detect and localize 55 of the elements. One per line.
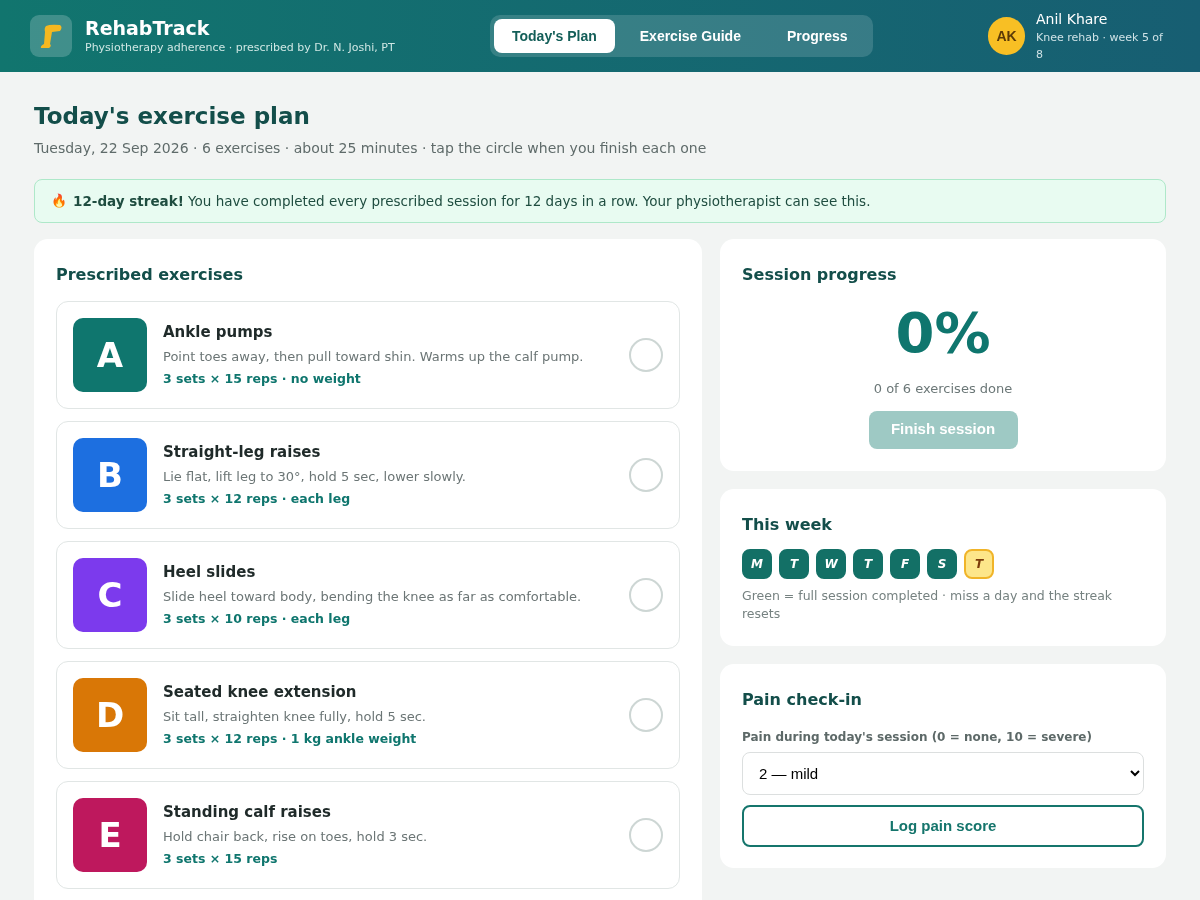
progress-percent: 0%: [895, 305, 991, 361]
completion-checkbox[interactable]: [629, 698, 663, 732]
page-subtitle: Tuesday, 22 Sep 2026 · 6 exercises · about 25 minutes · tap the circle when you finish each one: [34, 139, 708, 158]
exercise-dose: 3 sets × 12 reps · each leg: [163, 490, 352, 509]
exercise-letter-tile: B: [73, 438, 147, 512]
day-pill: F: [890, 548, 920, 579]
user-name: Anil Khare: [1036, 10, 1109, 29]
nav-tab[interactable]: Exercise Guide: [618, 19, 762, 53]
fire-icon: 🔥: [51, 191, 67, 211]
exercise-dose: 3 sets × 12 reps · 1 kg ankle weight: [163, 730, 418, 749]
exercise-name: Seated knee extension: [163, 682, 358, 704]
progress-caption: 0 of 6 exercises done: [873, 380, 1013, 398]
completion-checkbox[interactable]: [629, 818, 663, 852]
exercise-description: Sit tall, straighten knee fully, hold 5 sec.: [163, 707, 427, 726]
completion-checkbox[interactable]: [629, 458, 663, 492]
log-pain-button[interactable]: Log pain score: [742, 805, 1144, 847]
exercise-name: Ankle pumps: [163, 322, 274, 344]
day-pill: S: [927, 548, 957, 579]
exercise-dose: 3 sets × 15 reps: [163, 850, 279, 869]
exercise-description: Lie flat, lift leg to 30°, hold 5 sec, lower slowly.: [163, 467, 467, 486]
exercise-dose: 3 sets × 15 reps · no weight: [163, 370, 362, 389]
completion-checkbox[interactable]: [629, 578, 663, 612]
pain-select[interactable]: 2 — mild: [742, 752, 1144, 795]
section-title: Session progress: [742, 264, 898, 286]
exercise-letter-tile: C: [73, 558, 147, 632]
app-name: RehabTrack: [85, 15, 211, 40]
user-detail: Knee rehab · week 5 of 8: [1036, 30, 1164, 63]
day-pill: T: [853, 548, 883, 579]
streak-message: 12-day streak! You have completed every prescribed session for 12 days in a row. Your physiotherapist can see this.: [73, 191, 871, 211]
exercise-description: Hold chair back, rise on toes, hold 3 sec.: [163, 827, 429, 846]
leg-icon: [38, 22, 64, 50]
exercise-description: Point toes away, then pull toward shin. Warms up the calf pump.: [163, 347, 585, 366]
exercise-dose: 3 sets × 10 reps · each leg: [163, 610, 352, 629]
week-caption: Green = full session completed · miss a day and the streak resets: [742, 586, 1114, 624]
nav-tab[interactable]: Today's Plan: [494, 19, 615, 53]
day-pill: M: [742, 548, 772, 579]
exercise-name: Standing calf raises: [163, 802, 332, 824]
field-label: Pain during today's session (0 = none, 10 = severe): [742, 729, 1093, 746]
exercise-name: Heel slides: [163, 562, 257, 584]
day-pill: T: [964, 548, 994, 579]
avatar: AK: [988, 17, 1026, 55]
day-pill: T: [779, 548, 809, 579]
section-title: Prescribed exercises: [56, 264, 244, 286]
day-pill: W: [816, 548, 846, 579]
section-title: Pain check-in: [742, 689, 863, 711]
exercise-letter-tile: A: [73, 318, 147, 392]
nav-tab[interactable]: Progress: [765, 19, 869, 53]
exercise-name: Straight-leg raises: [163, 442, 322, 464]
section-title: This week: [742, 513, 833, 536]
exercise-letter-tile: D: [73, 678, 147, 752]
exercise-description: Slide heel toward body, bending the knee as far as comfortable.: [163, 587, 583, 606]
exercise-letter-tile: E: [73, 798, 147, 872]
completion-checkbox[interactable]: [629, 338, 663, 372]
page-title: Today's exercise plan: [34, 102, 311, 130]
app-subtitle: Physiotherapy adherence · prescribed by Dr. N. Joshi, PT: [85, 39, 395, 56]
